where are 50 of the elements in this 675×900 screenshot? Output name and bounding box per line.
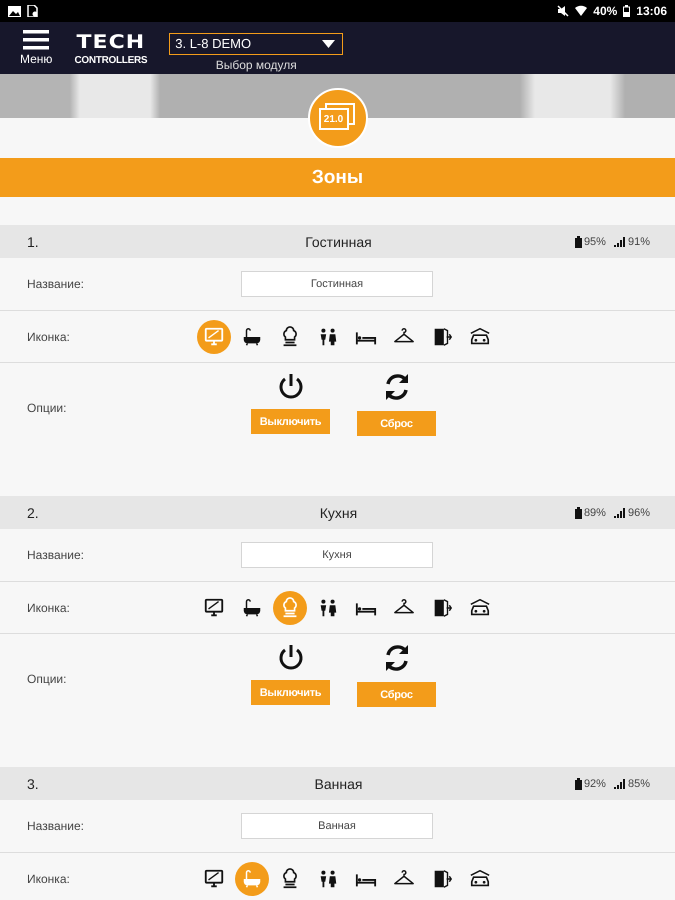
field-label: Название: (27, 548, 85, 562)
battery-level-text: 89% (584, 506, 606, 518)
battery-percent: 40% (593, 4, 618, 18)
zone-name-field[interactable]: Гостинная (241, 271, 433, 297)
module-select-label: Выбор модуля (216, 58, 297, 72)
signal-level-text: 91% (628, 236, 650, 248)
zone-name-field[interactable]: Ванная (241, 813, 433, 839)
zone-name: Ванная (314, 776, 362, 792)
zone-name: Гостинная (305, 234, 372, 250)
battery-icon (623, 5, 630, 17)
zone-number: 3. (27, 776, 40, 792)
bathtub-icon (241, 326, 263, 348)
battery-level-text: 95% (584, 236, 606, 248)
menu-button[interactable]: Меню (20, 30, 52, 66)
field-label: Иконка: (27, 872, 71, 886)
logo-text: TECH (76, 32, 146, 54)
battery-level-text: 92% (584, 778, 606, 790)
mute-icon (557, 5, 570, 17)
dropdown-caret-icon (322, 40, 336, 48)
signal-level-text: 85% (628, 778, 650, 790)
field-label: Опции: (27, 401, 68, 415)
logo-subtitle: CONTROLLERS (74, 55, 148, 66)
field-label: Иконка: (27, 600, 71, 614)
monitor-icon (203, 868, 225, 890)
field-label: Название: (27, 277, 85, 291)
monitor-icon (203, 326, 225, 348)
field-label: Иконка: (27, 330, 71, 344)
zone-name: Кухня (320, 504, 358, 520)
monitor-icon (203, 596, 225, 618)
bathtub-icon (241, 868, 263, 890)
bathtub-icon (241, 596, 263, 618)
signal-icon (614, 508, 626, 518)
zone-number: 1. (27, 234, 40, 250)
clock-time: 13:06 (636, 4, 667, 18)
module-select[interactable]: 3. L-8 DEMO (169, 32, 344, 54)
menu-icon (23, 30, 50, 50)
field-label: Опции: (27, 672, 68, 686)
signal-icon (614, 236, 626, 246)
battery-icon (574, 778, 582, 790)
wifi-icon (575, 5, 588, 17)
document-icon (27, 5, 38, 17)
gallery-icon (8, 6, 21, 16)
signal-icon (614, 778, 626, 788)
field-label: Название: (27, 819, 85, 833)
zone-number: 2. (27, 504, 40, 520)
zone-name-field[interactable]: Кухня (241, 542, 433, 568)
section-title: Зоны (0, 158, 675, 197)
battery-icon (574, 236, 582, 248)
signal-level-text: 96% (628, 506, 650, 518)
battery-icon (574, 506, 582, 518)
